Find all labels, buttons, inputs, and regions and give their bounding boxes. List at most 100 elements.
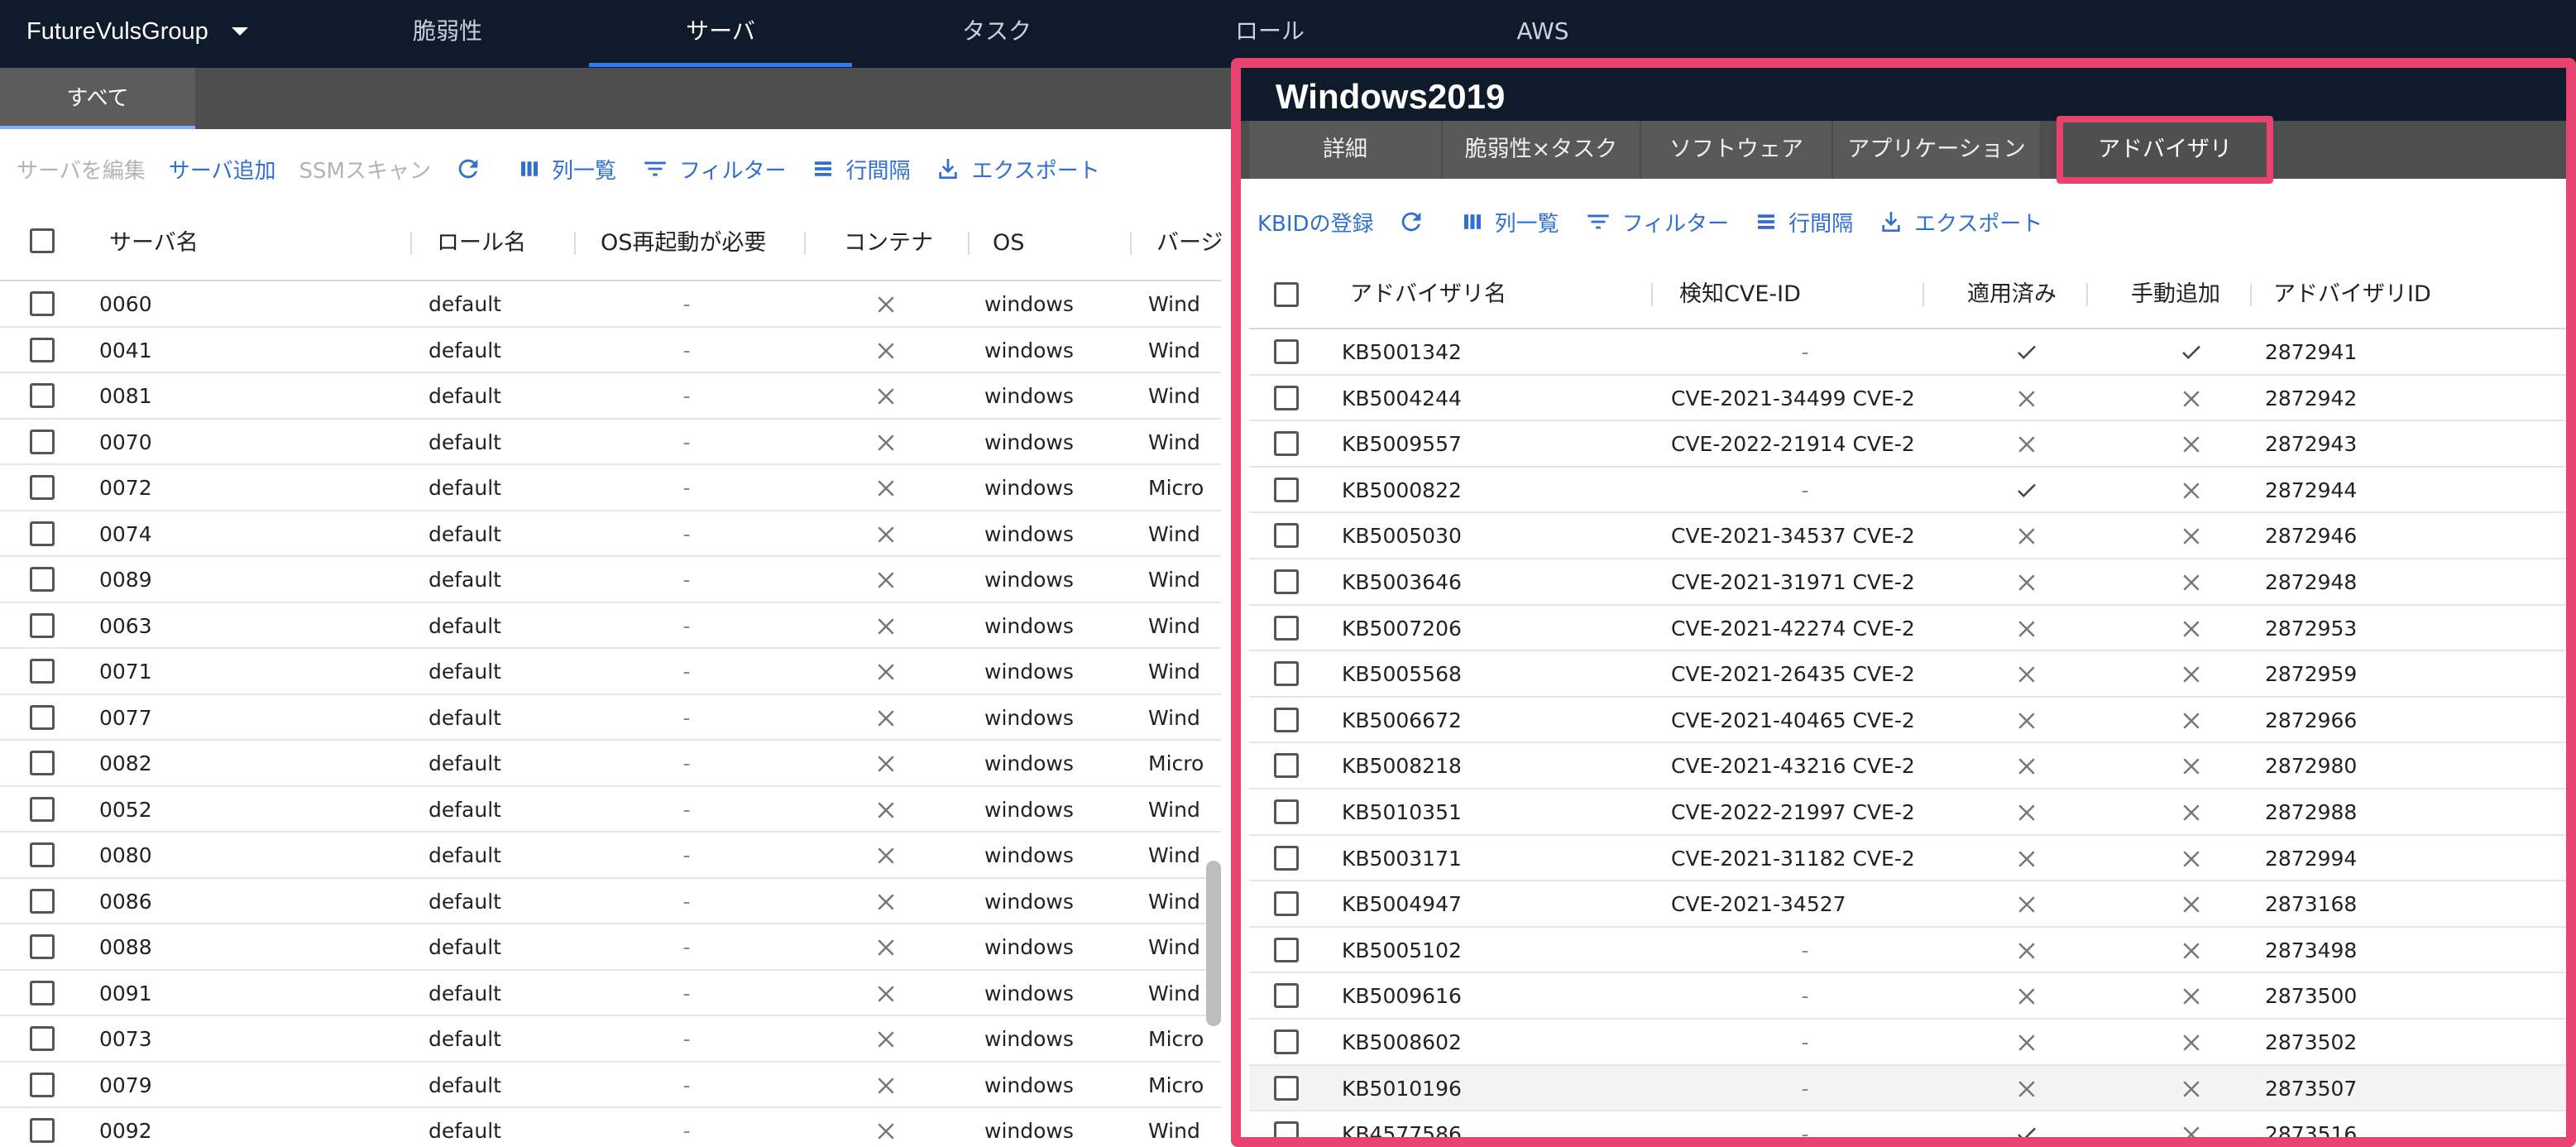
- advisory-column-list-button[interactable]: 列一覧: [1460, 207, 1559, 238]
- edit-server-button[interactable]: サーバを編集: [17, 154, 146, 185]
- col-version[interactable]: バージ: [1156, 205, 1223, 281]
- row-checkbox[interactable]: [30, 291, 55, 316]
- advisory-row-checkbox[interactable]: [1274, 385, 1299, 410]
- col-applied[interactable]: 適用済み: [1967, 260, 2056, 329]
- advisory-select-all-checkbox[interactable]: [1274, 282, 1299, 307]
- advisory-row[interactable]: KB5004947 CVE-2021-34527 2873168: [1249, 881, 2566, 928]
- panel-tab-software[interactable]: ソフトウェア: [1641, 121, 1833, 179]
- ssm-scan-button[interactable]: SSMスキャン: [299, 154, 431, 185]
- panel-tab-detail[interactable]: 詳細: [1249, 121, 1443, 179]
- col-role-name[interactable]: ロール名: [437, 205, 526, 281]
- advisory-row-checkbox[interactable]: [1274, 339, 1299, 364]
- col-server-name[interactable]: サーバ名: [109, 205, 199, 281]
- advisory-row[interactable]: KB5009616 - 2873500: [1249, 973, 2566, 1020]
- col-advisory-id[interactable]: アドバイザリID: [2273, 260, 2431, 329]
- server-table-scrollbar[interactable]: [1206, 861, 1221, 1026]
- advisory-row-checkbox[interactable]: [1274, 937, 1299, 962]
- row-checkbox[interactable]: [30, 888, 55, 914]
- advisory-row-spacing-button[interactable]: 行間隔: [1754, 207, 1853, 238]
- advisory-row[interactable]: KB5005568 CVE-2021-26435 CVE-2 2872959: [1249, 651, 2566, 698]
- advisory-row-checkbox[interactable]: [1274, 845, 1299, 871]
- advisory-export-button[interactable]: エクスポート: [1878, 207, 2042, 238]
- advisory-row-checkbox[interactable]: [1274, 431, 1299, 457]
- add-server-button[interactable]: サーバ追加: [169, 154, 276, 185]
- advisory-row-checkbox[interactable]: [1274, 1121, 1299, 1137]
- advisory-row[interactable]: KB4577586 - 2873516: [1249, 1111, 2566, 1137]
- advisory-row[interactable]: KB5003646 CVE-2021-31971 CVE-2 2872948: [1249, 559, 2566, 606]
- refresh-button[interactable]: [454, 155, 492, 183]
- col-advisory-name[interactable]: アドバイザリ名: [1350, 260, 1506, 329]
- advisory-row-checkbox[interactable]: [1274, 1075, 1299, 1101]
- select-all-checkbox[interactable]: [30, 228, 55, 253]
- advisory-row[interactable]: KB5008602 - 2873502: [1249, 1020, 2566, 1066]
- row-checkbox[interactable]: [30, 842, 55, 867]
- advisory-row-checkbox[interactable]: [1274, 569, 1299, 594]
- table-row[interactable]: 0074 default - windows Wind: [0, 511, 1221, 557]
- table-row[interactable]: 0089 default - windows Wind: [0, 557, 1221, 603]
- column-list-button[interactable]: 列一覧: [517, 154, 616, 185]
- row-checkbox[interactable]: [30, 934, 55, 959]
- row-checkbox[interactable]: [30, 659, 55, 684]
- advisory-row[interactable]: KB5001342 - 2872941: [1249, 329, 2566, 376]
- table-row[interactable]: 0071 default - windows Wind: [0, 649, 1221, 695]
- advisory-row[interactable]: KB5004244 CVE-2021-34499 CVE-2 2872942: [1249, 375, 2566, 422]
- advisory-row-checkbox[interactable]: [1274, 523, 1299, 549]
- advisory-row[interactable]: KB5006672 CVE-2021-40465 CVE-2 2872966: [1249, 697, 2566, 744]
- advisory-row[interactable]: KB5008218 CVE-2021-43216 CVE-2 2872980: [1249, 743, 2566, 789]
- table-row[interactable]: 0063 default - windows Wind: [0, 602, 1221, 649]
- col-manual-added[interactable]: 手動追加: [2131, 260, 2220, 329]
- nav-tab-server[interactable]: サーバ: [589, 0, 852, 63]
- table-row[interactable]: 0072 default - windows Micro: [0, 465, 1221, 511]
- subtab-all[interactable]: すべて: [0, 68, 195, 129]
- col-container[interactable]: コンテナ: [844, 205, 933, 281]
- advisory-row[interactable]: KB5010196 - 2873507: [1249, 1065, 2566, 1112]
- nav-tab-vulnerability[interactable]: 脆弱性: [316, 0, 579, 63]
- row-checkbox[interactable]: [30, 337, 55, 362]
- table-row[interactable]: 0080 default - windows Wind: [0, 833, 1221, 879]
- row-checkbox[interactable]: [30, 383, 55, 408]
- row-checkbox[interactable]: [30, 751, 55, 775]
- advisory-row[interactable]: KB5007206 CVE-2021-42274 CVE-2 2872953: [1249, 605, 2566, 652]
- advisory-row-checkbox[interactable]: [1274, 477, 1299, 502]
- row-checkbox[interactable]: [30, 567, 55, 592]
- nav-tab-role[interactable]: ロール: [1138, 0, 1401, 63]
- advisory-row[interactable]: KB5005030 CVE-2021-34537 CVE-2 2872946: [1249, 513, 2566, 559]
- row-checkbox[interactable]: [30, 980, 55, 1005]
- table-row[interactable]: 0086 default - windows Wind: [0, 878, 1221, 924]
- advisory-row[interactable]: KB5010351 CVE-2022-21997 CVE-2 2872988: [1249, 789, 2566, 836]
- advisory-row[interactable]: KB5005102 - 2873498: [1249, 927, 2566, 974]
- table-row[interactable]: 0079 default - windows Micro: [0, 1062, 1221, 1108]
- advisory-filter-button[interactable]: フィルター: [1584, 207, 1729, 238]
- row-checkbox[interactable]: [30, 1026, 55, 1051]
- advisory-row-checkbox[interactable]: [1274, 615, 1299, 641]
- row-checkbox[interactable]: [30, 475, 55, 500]
- advisory-row-checkbox[interactable]: [1274, 891, 1299, 917]
- row-checkbox[interactable]: [30, 1072, 55, 1097]
- nav-tab-aws[interactable]: AWS: [1411, 0, 1674, 63]
- table-row[interactable]: 0070 default - windows Wind: [0, 419, 1221, 465]
- row-checkbox[interactable]: [30, 612, 55, 638]
- row-checkbox[interactable]: [30, 796, 55, 822]
- panel-tab-vuln-task[interactable]: 脆弱性×タスク: [1443, 121, 1641, 179]
- advisory-row-checkbox[interactable]: [1274, 661, 1299, 687]
- advisory-row-checkbox[interactable]: [1274, 799, 1299, 824]
- col-reboot-required[interactable]: OS再起動が必要: [601, 205, 766, 281]
- table-row[interactable]: 0092 default - windows Wind: [0, 1108, 1221, 1147]
- advisory-row[interactable]: KB5003171 CVE-2021-31182 CVE-2 2872994: [1249, 835, 2566, 882]
- filter-button[interactable]: フィルター: [641, 154, 786, 185]
- table-row[interactable]: 0088 default - windows Wind: [0, 924, 1221, 971]
- row-spacing-button[interactable]: 行間隔: [811, 154, 910, 185]
- table-row[interactable]: 0091 default - windows Wind: [0, 970, 1221, 1016]
- advisory-row[interactable]: KB5009557 CVE-2022-21914 CVE-2 2872943: [1249, 421, 2566, 468]
- advisory-row[interactable]: KB5000822 - 2872944: [1249, 467, 2566, 514]
- table-row[interactable]: 0041 default - windows Wind: [0, 327, 1221, 373]
- nav-tab-task[interactable]: タスク: [865, 0, 1128, 63]
- table-row[interactable]: 0060 default - windows Wind: [0, 281, 1221, 328]
- register-kbid-button[interactable]: KBIDの登録: [1257, 207, 1374, 238]
- table-row[interactable]: 0082 default - windows Micro: [0, 741, 1221, 787]
- advisory-refresh-button[interactable]: [1397, 208, 1435, 236]
- row-checkbox[interactable]: [30, 704, 55, 730]
- table-row[interactable]: 0077 default - windows Wind: [0, 694, 1221, 741]
- advisory-row-checkbox[interactable]: [1274, 753, 1299, 779]
- table-row[interactable]: 0052 default - windows Wind: [0, 786, 1221, 833]
